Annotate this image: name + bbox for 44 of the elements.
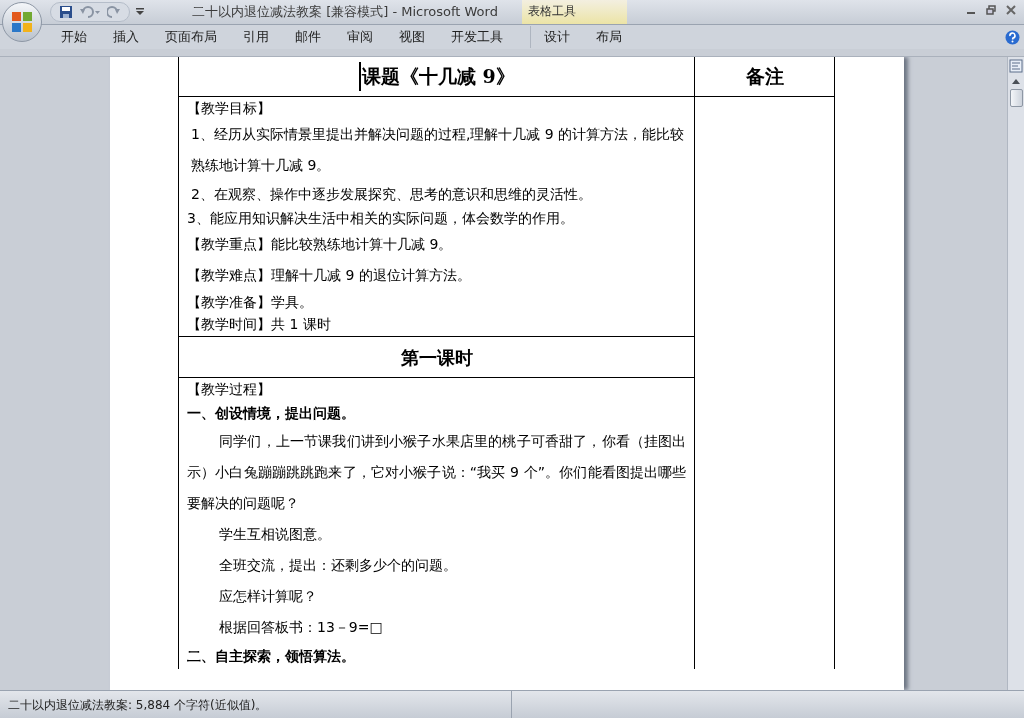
paragraph: 【教学准备】学具。 [187, 293, 314, 312]
document-title: 课题《十几减 9》 [358, 62, 515, 91]
paragraph: 3、能应用知识解决生活中相关的实际问题，体会数学的作用。 [187, 209, 575, 228]
section-heading: 二、自主探索，领悟算法。 [187, 647, 356, 666]
paragraph: 全班交流，提出：还剩多少个的问题。 [218, 556, 458, 575]
ribbon-tab[interactable]: 视图 [386, 26, 438, 48]
window-title: 二十以内退位减法教案 [兼容模式] - Microsoft Word [192, 3, 498, 22]
ribbon-tab[interactable]: 插入 [100, 26, 152, 48]
section-heading: 第一课时 [400, 345, 473, 370]
ribbon-tab[interactable]: 开发工具 [438, 26, 516, 48]
office-button[interactable] [2, 2, 42, 42]
scroll-thumb[interactable] [1009, 89, 1023, 107]
scroll-up-icon[interactable] [1011, 77, 1021, 85]
close-icon[interactable] [1006, 5, 1016, 15]
ribbon-tab[interactable]: 设计 [530, 26, 583, 48]
ribbon-tab[interactable]: 布局 [583, 26, 635, 48]
paragraph: 同学们，上一节课我们讲到小猴子水果店里的桃子可香甜了，你看（挂图出示）小白兔蹦蹦跳跳跑来了，它对小猴子说：“我买 9 个”。你们能看图提出哪些要解决的问题呢？ [187, 432, 687, 513]
redo-icon[interactable] [107, 5, 121, 19]
ribbon-tab[interactable]: 页面布局 [152, 26, 230, 48]
ribbon-tab[interactable]: 开始 [48, 26, 100, 48]
vertical-scrollbar[interactable] [1007, 57, 1024, 690]
context-tab-label: 表格工具 [522, 0, 627, 24]
ribbon-tab[interactable]: 引用 [230, 26, 282, 48]
office-logo-icon [11, 11, 33, 33]
paragraph: 【教学时间】共 1 课时 [187, 315, 332, 334]
paragraph: 应怎样计算呢？ [218, 587, 318, 606]
paragraph: 2、在观察、操作中逐步发展探究、思考的意识和思维的灵活性。 [190, 185, 593, 204]
paragraph: 【教学重点】能比较熟练地计算十几减 9。 [187, 235, 454, 254]
paragraph: 1、经历从实际情景里提出并解决问题的过程,理解十几减 9 的计算方法，能比较熟练地计算十几减 9。 [190, 125, 686, 175]
customize-arrow-icon[interactable] [136, 8, 144, 16]
paragraph: 【教学目标】 [187, 99, 272, 118]
paragraph: 根据回答板书：13－9=□ [218, 618, 384, 637]
section-heading: 一、创设情境，提出问题。 [187, 404, 356, 423]
paragraph: 【教学过程】 [187, 380, 272, 399]
save-icon[interactable] [59, 5, 73, 19]
notes-header: 备注 [745, 64, 784, 90]
undo-icon[interactable] [79, 5, 101, 19]
ribbon-tab[interactable]: 邮件 [282, 26, 334, 48]
ribbon-tab[interactable]: 审阅 [334, 26, 386, 48]
paragraph: 【教学难点】理解十几减 9 的退位计算方法。 [187, 266, 472, 285]
help-icon[interactable] [1005, 30, 1020, 45]
status-text: 二十以内退位减法教案: 5,884 个字符(近似值)。 [0, 691, 512, 718]
restore-icon[interactable] [986, 5, 996, 15]
paragraph: 学生互相说图意。 [218, 525, 332, 544]
